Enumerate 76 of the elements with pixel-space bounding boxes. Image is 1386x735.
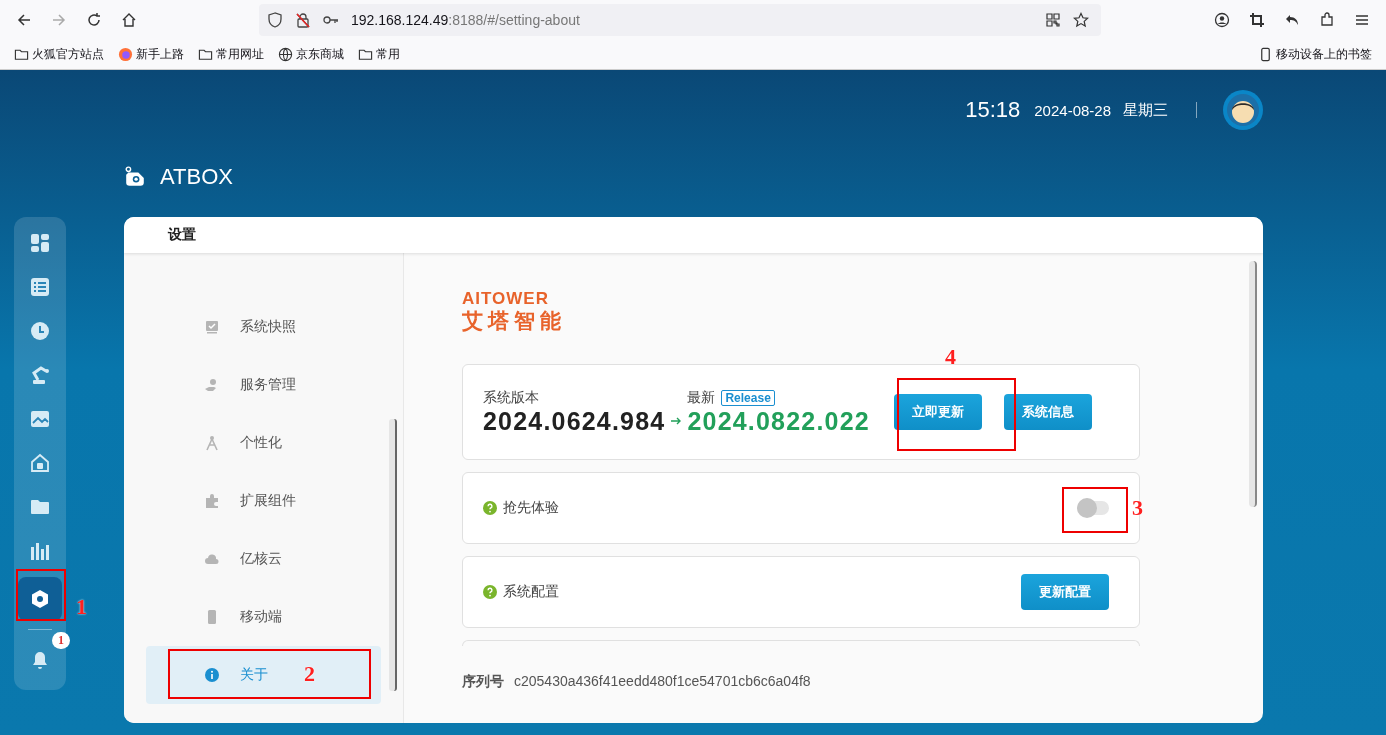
clock-icon [30, 321, 50, 341]
qr-code-icon[interactable] [1045, 12, 1061, 28]
bookmark-link[interactable]: 火狐官方站点 [14, 46, 104, 63]
bar-chart-icon [30, 541, 50, 561]
puzzle-icon[interactable] [1319, 12, 1335, 28]
app-logo-icon [124, 165, 146, 188]
puzzle-icon [204, 493, 220, 509]
settings-menu-item[interactable]: 亿核云 [146, 530, 381, 588]
settings-icon [30, 589, 50, 609]
annotation-box [16, 569, 66, 621]
cloud-icon [204, 551, 220, 567]
browser-logo-icon [118, 47, 133, 62]
folder-icon [198, 47, 213, 62]
panel-title: 设置 [168, 226, 196, 244]
home-icon[interactable] [121, 12, 137, 28]
list-icon [30, 277, 50, 297]
early-access-toggle[interactable] [1077, 501, 1109, 515]
menu-icon[interactable] [1354, 12, 1370, 28]
house-icon [30, 453, 50, 473]
folder-icon [14, 47, 29, 62]
shield-icon[interactable] [267, 12, 283, 28]
back-icon[interactable] [16, 12, 32, 28]
annotation-number: 2 [304, 661, 315, 687]
url-text: 192.168.124.49:8188/#/setting-about [351, 12, 580, 28]
latest-version-label: 最新 [687, 388, 716, 407]
rail-nav-item[interactable] [18, 577, 62, 621]
arrow-icon [670, 416, 683, 426]
settings-menu-item[interactable]: 移动端 [146, 588, 381, 646]
app-title: ATBOX [160, 163, 233, 190]
annotation-number: 4 [945, 344, 956, 370]
release-tag: Release [721, 389, 775, 406]
settings-menu-item[interactable]: 扩展组件 [146, 472, 381, 530]
folder-icon [358, 47, 373, 62]
mobile-bookmarks-link[interactable]: 移动设备上的书签 [1258, 46, 1372, 63]
annotation-box [1062, 487, 1128, 533]
settings-menu-item[interactable]: 服务管理 [146, 356, 381, 414]
info-icon [204, 667, 220, 683]
insecure-lock-icon[interactable] [295, 12, 311, 28]
bookmark-link[interactable]: 常用网址 [198, 46, 264, 63]
current-version: 2024.0624.984 [483, 406, 666, 436]
address-bar[interactable]: 192.168.124.49:8188/#/setting-about [259, 4, 1101, 36]
serial-number: c205430a436f41eedd480f1ce54701cb6c6a04f8 [514, 673, 811, 691]
phone-icon [1258, 47, 1273, 62]
annotation-number: 1 [76, 594, 87, 620]
bell-icon[interactable] [30, 650, 50, 670]
reload-icon[interactable] [86, 12, 102, 28]
compass-icon [204, 435, 220, 451]
annotation-number: 3 [1132, 495, 1143, 521]
notification-badge: 1 [52, 632, 70, 649]
serial-label: 序列号 [462, 673, 504, 691]
globe-icon [278, 47, 293, 62]
account-icon[interactable] [1214, 12, 1230, 28]
star-icon[interactable] [1073, 12, 1089, 28]
clock-time: 15:18 [965, 97, 1021, 123]
folder-icon [30, 497, 50, 517]
bookmark-link[interactable]: 新手上路 [118, 46, 184, 63]
robot-arm-icon [30, 365, 50, 385]
current-version-label: 系统版本 [483, 388, 540, 407]
bookmark-link[interactable]: 常用 [358, 46, 400, 63]
avatar-icon[interactable] [1223, 90, 1263, 130]
date-text: 2024-08-28 [1034, 101, 1111, 119]
dashboard-icon [30, 233, 50, 253]
latest-version: 2024.0822.022 [687, 406, 870, 436]
crop-icon[interactable] [1249, 12, 1265, 28]
checked-screen-icon [204, 319, 220, 335]
settings-menu-item[interactable]: 个性化 [146, 414, 381, 472]
bookmark-link[interactable]: 京东商城 [278, 46, 344, 63]
brand-logo-text: AITOWER [462, 290, 550, 308]
weekday-text: 星期三 [1123, 100, 1168, 120]
settings-menu-item[interactable]: 系统快照 [146, 298, 381, 356]
early-access-label: 抢先体验 [503, 499, 559, 517]
brand-logo-chinese: 艾塔智能 [462, 308, 567, 334]
system-config-label: 系统配置 [503, 583, 559, 601]
scrollbar[interactable] [1249, 261, 1257, 507]
scrollbar[interactable] [389, 419, 397, 691]
image-icon [30, 409, 50, 429]
